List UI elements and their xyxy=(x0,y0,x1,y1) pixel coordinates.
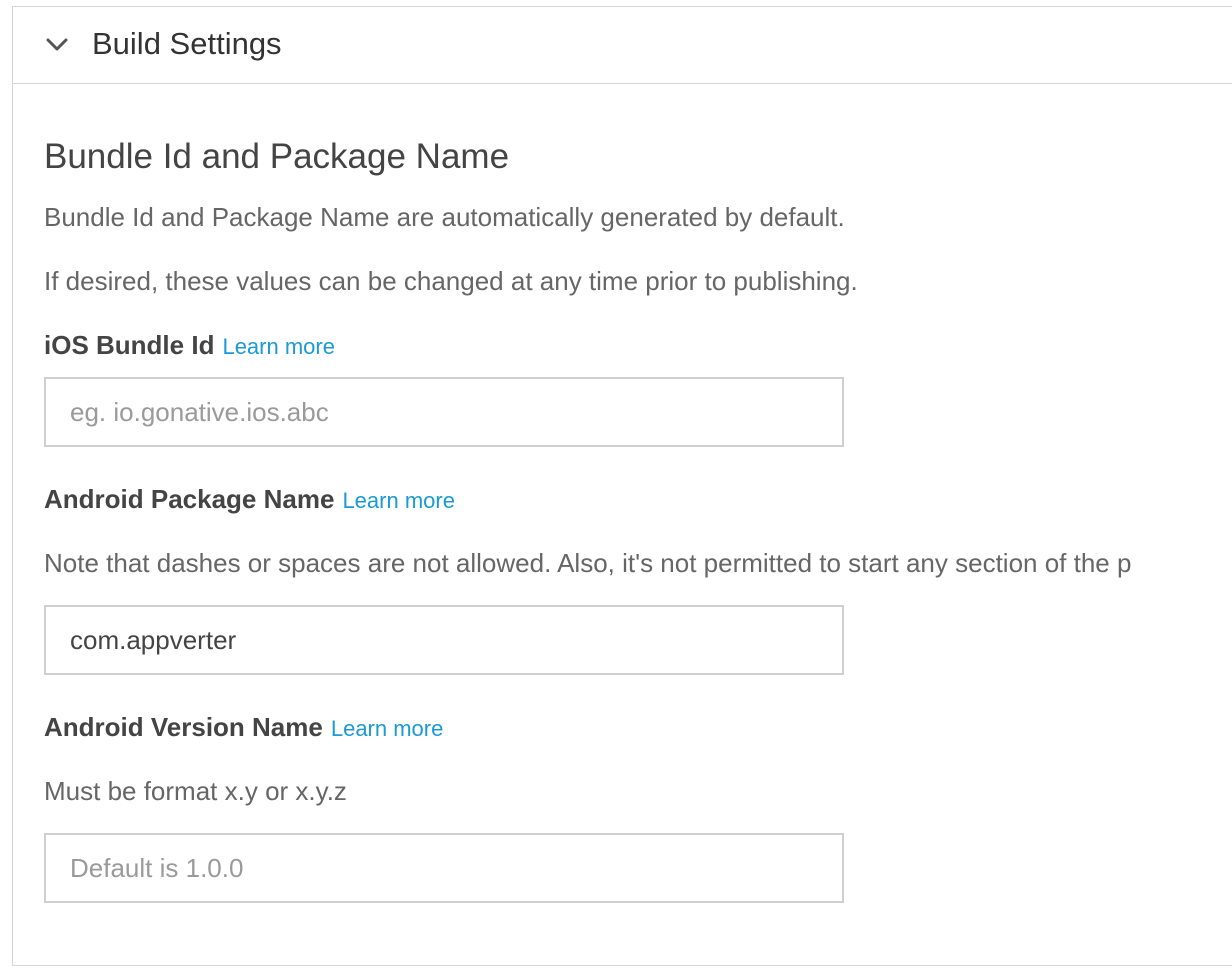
panel-header[interactable]: Build Settings xyxy=(13,7,1232,84)
ios-bundle-learn-more-link[interactable]: Learn more xyxy=(222,334,335,359)
android-package-name-input[interactable] xyxy=(44,605,844,675)
ios-bundle-id-label-text: iOS Bundle Id xyxy=(44,330,215,360)
android-version-note: Must be format x.y or x.y.z xyxy=(44,776,347,806)
ios-bundle-id-input[interactable] xyxy=(44,377,844,447)
android-version-name-label-text: Android Version Name xyxy=(44,712,323,742)
android-version-learn-more-link[interactable]: Learn more xyxy=(331,716,444,741)
android-package-note: Note that dashes or spaces are not allow… xyxy=(44,548,1132,578)
section-description-2: If desired, these values can be changed … xyxy=(44,266,858,296)
build-settings-panel: Build Settings Bundle Id and Package Nam… xyxy=(12,6,1232,966)
android-package-learn-more-link[interactable]: Learn more xyxy=(342,488,455,513)
android-version-name-input[interactable] xyxy=(44,833,844,903)
section-title: Bundle Id and Package Name xyxy=(44,137,510,176)
ios-bundle-id-label: iOS Bundle Id Learn more xyxy=(44,329,335,363)
android-package-name-label-text: Android Package Name xyxy=(44,484,335,514)
android-package-name-label: Android Package Name Learn more xyxy=(44,483,455,517)
section-description-1: Bundle Id and Package Name are automatic… xyxy=(44,202,845,232)
panel-title: Build Settings xyxy=(92,26,282,61)
android-version-name-label: Android Version Name Learn more xyxy=(44,711,443,745)
chevron-down-icon[interactable] xyxy=(45,33,69,57)
